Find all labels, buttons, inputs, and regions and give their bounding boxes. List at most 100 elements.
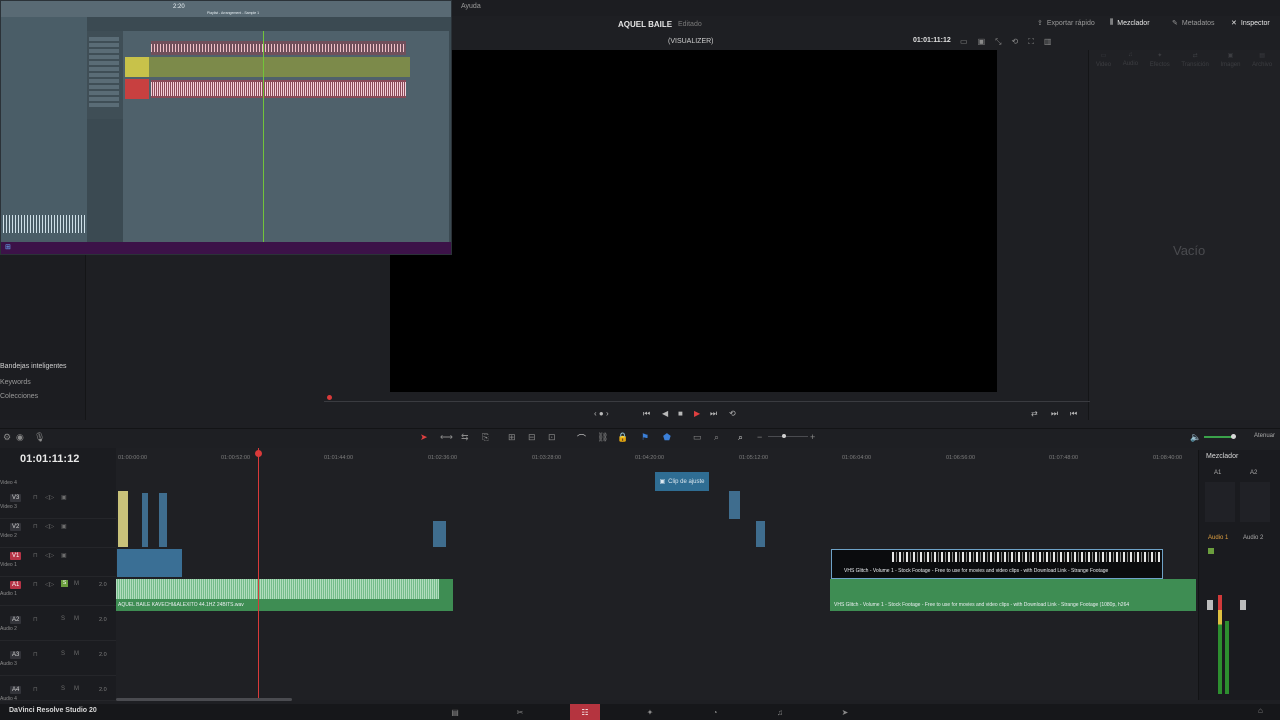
smart-bin-keywords[interactable]: Keywords [0,379,31,386]
lock-track-icon[interactable]: ⊓ [33,651,38,658]
fl-channel[interactable] [89,67,119,71]
page-fairlight[interactable]: ♫ [765,704,795,720]
video-clip[interactable] [729,491,740,519]
inspector-button[interactable]: ✕ Inspector [1231,19,1270,28]
transform-icon[interactable]: ⤡ [995,37,1001,47]
blade-tool-icon[interactable]: ⎘ [482,432,489,443]
tab-image[interactable]: ▣ Imagen [1220,52,1240,78]
mixer-solo-button[interactable] [1208,548,1214,554]
zoom-custom-icon[interactable]: ⌕ [738,432,743,443]
timeline-ruler[interactable]: 01:00:00:00 01:00:52:00 01:01:44:00 01:0… [116,452,1198,464]
mute-button[interactable]: M [74,651,79,657]
jog-icon[interactable]: ‹ ● › [594,409,609,418]
play-icon[interactable]: ▶ [694,409,700,418]
fl-audio-clip[interactable] [151,80,406,98]
play-reverse-icon[interactable]: ◀ [662,409,668,418]
video-clip[interactable] [433,521,446,547]
tab-file[interactable]: ▤ Archivo [1252,52,1272,78]
auto-select-icon[interactable]: ◁▷ [45,494,54,501]
track-header-v3[interactable]: V3 Video 3 ⊓ ◁▷ ▣ [0,490,116,519]
mute-button[interactable]: M [74,616,79,622]
fl-channel[interactable] [89,43,119,47]
fl-channel[interactable] [89,55,119,59]
dynamic-trim-icon[interactable]: ⇆ [461,432,469,443]
dim-label[interactable]: Atenuar [1254,433,1275,439]
fader-audio1[interactable] [1207,600,1213,610]
track-header-v2[interactable]: V2 Video 2 ⊓ ◁▷ ▣ [0,519,116,548]
solo-button[interactable]: S [61,580,68,587]
page-fusion[interactable]: ✦ [635,704,665,720]
video-enable-icon[interactable]: ▣ [61,494,67,501]
lock-track-icon[interactable]: ⊓ [33,581,38,588]
fl-channel-rack[interactable] [87,31,123,119]
solo-button[interactable]: S [61,651,65,657]
marker-icon[interactable]: ⬟ [663,432,671,443]
replace-clip-icon[interactable]: ⊡ [548,432,556,443]
audio-clip-aquel-baile[interactable]: AQUEL BAILE KAVECHI&ALEXITO 44.1HZ 24BIT… [116,579,453,611]
stop-icon[interactable]: ■ [678,409,683,418]
timeline-playhead[interactable] [258,448,259,700]
mixer-eq-a1[interactable] [1205,482,1235,522]
zoom-slider[interactable] [768,436,808,437]
mixer-button[interactable]: ⫼ Mezclador [1110,19,1150,27]
solo-button[interactable]: S [61,616,65,622]
fl-channel[interactable] [89,85,119,89]
fl-channel[interactable] [89,79,119,83]
mute-button[interactable]: M [74,581,79,587]
lock-track-icon[interactable]: ⊓ [33,616,38,623]
fl-channel[interactable] [89,37,119,41]
scrubber-playhead[interactable] [327,395,332,400]
loop-icon[interactable]: ⟲ [729,409,736,418]
overwrite-clip-icon[interactable]: ⊟ [528,432,536,443]
fl-pattern-clip[interactable] [125,57,410,77]
zoom-full-icon[interactable]: ▭ [693,432,702,443]
zoom-in-icon[interactable]: + [810,432,815,442]
video-mute-icon[interactable]: ◉ [16,432,24,443]
audio-clip-vhs[interactable]: VHS Glitch - Volume 1 - Stock Footage - … [830,579,1196,611]
track-header-a3[interactable]: A3 Audio 3 ⊓ S M 2.0 [0,647,116,676]
viewer-clip-name[interactable]: (VISUALIZER) [668,38,714,45]
selection-tool-icon[interactable]: ➤ [420,432,428,443]
vhs-video-clip[interactable]: VHS Glitch - Volume 1 - Stock Footage - … [831,549,1163,579]
timeline-view-icon[interactable]: ⚙ [3,432,11,443]
video-clip[interactable] [117,549,182,577]
lock-track-icon[interactable]: ⊓ [33,686,38,693]
display-icon[interactable]: ▣ [978,37,986,47]
auto-select-icon[interactable]: ◁▷ [45,523,54,530]
playhead-handle[interactable] [255,450,262,457]
tab-audio[interactable]: ♫ Audio [1123,52,1138,78]
zoom-slider-handle[interactable] [782,434,786,438]
zoom-out-icon[interactable]: − [757,432,762,442]
mute-button[interactable]: M [74,686,79,692]
timeline-scrollbar[interactable] [116,698,292,701]
match-frame-icon[interactable]: ⇄ [1031,409,1038,418]
video-clip[interactable] [756,521,765,547]
video-clip[interactable] [142,493,148,547]
fader-audio2[interactable] [1240,600,1246,610]
menu-help[interactable]: Ayuda [461,3,481,10]
flag-icon[interactable]: ⚑ [641,432,649,443]
track-header-a4[interactable]: A4 Audio 4 ⊓ S M 2.0 [0,682,116,702]
reset-icon[interactable]: ⟲ [1012,37,1019,47]
home-icon[interactable]: ⌂ [1258,706,1263,715]
tab-video[interactable]: ▭ Video [1096,52,1111,78]
viewer-canvas[interactable] [390,50,997,392]
video-clip[interactable] [159,493,167,547]
page-deliver[interactable]: ➤ [830,704,860,720]
next-frame-icon[interactable]: ⏭ [1051,409,1058,419]
windows-start-icon[interactable]: ⊞ [5,243,11,251]
page-media[interactable]: ▤ [440,704,470,720]
video-clip[interactable] [118,491,128,547]
go-to-end-icon[interactable]: ⏭ [710,409,717,419]
volume-handle[interactable] [1231,434,1236,439]
snapping-icon[interactable]: ⌒ [577,432,586,445]
tab-transition[interactable]: ⇄ Transición [1181,52,1208,78]
fl-channel[interactable] [89,91,119,95]
fl-channel[interactable] [89,73,119,77]
volume-icon[interactable]: 🔈 [1190,432,1201,443]
track-header-a1[interactable]: A1 Audio 1 ⊓ ◁▷ S M 2.0 [0,577,116,606]
page-edit[interactable]: ☷ [570,704,600,720]
fl-channel[interactable] [89,61,119,65]
adjustment-clip[interactable]: ▣ Clip de ajuste [655,472,709,491]
solo-button[interactable]: S [61,686,65,692]
